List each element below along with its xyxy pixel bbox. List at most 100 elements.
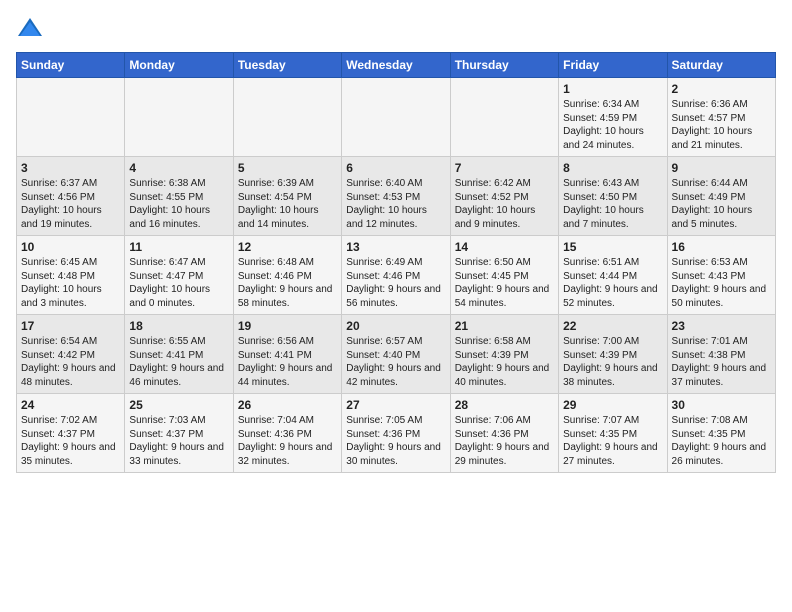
day-info: Sunrise: 6:51 AM Sunset: 4:44 PM Dayligh… — [563, 256, 662, 310]
day-number: 28 — [455, 398, 554, 412]
day-info: Sunrise: 7:08 AM Sunset: 4:35 PM Dayligh… — [672, 414, 771, 468]
week-row-3: 10 Sunrise: 6:45 AM Sunset: 4:48 PM Dayli… — [17, 236, 776, 315]
day-info: Sunrise: 7:04 AM Sunset: 4:36 PM Dayligh… — [238, 414, 337, 468]
day-info: Sunrise: 6:53 AM Sunset: 4:43 PM Dayligh… — [672, 256, 771, 310]
day-cell — [342, 78, 450, 157]
day-number: 17 — [21, 319, 120, 333]
day-number: 5 — [238, 161, 337, 175]
day-cell — [125, 78, 233, 157]
day-number: 10 — [21, 240, 120, 254]
day-number: 4 — [129, 161, 228, 175]
day-cell: 1 Sunrise: 6:34 AM Sunset: 4:59 PM Daylig… — [559, 78, 667, 157]
logo — [16, 16, 48, 44]
day-cell: 25 Sunrise: 7:03 AM Sunset: 4:37 PM Dayli… — [125, 394, 233, 473]
header-saturday: Saturday — [667, 53, 775, 78]
day-number: 15 — [563, 240, 662, 254]
logo-icon — [16, 16, 44, 44]
day-info: Sunrise: 7:01 AM Sunset: 4:38 PM Dayligh… — [672, 335, 771, 389]
day-info: Sunrise: 6:49 AM Sunset: 4:46 PM Dayligh… — [346, 256, 445, 310]
day-info: Sunrise: 6:45 AM Sunset: 4:48 PM Dayligh… — [21, 256, 120, 310]
day-info: Sunrise: 6:38 AM Sunset: 4:55 PM Dayligh… — [129, 177, 228, 231]
day-cell: 27 Sunrise: 7:05 AM Sunset: 4:36 PM Dayli… — [342, 394, 450, 473]
header-thursday: Thursday — [450, 53, 558, 78]
day-number: 27 — [346, 398, 445, 412]
header-sunday: Sunday — [17, 53, 125, 78]
day-cell — [17, 78, 125, 157]
day-info: Sunrise: 6:56 AM Sunset: 4:41 PM Dayligh… — [238, 335, 337, 389]
day-cell — [233, 78, 341, 157]
day-number: 6 — [346, 161, 445, 175]
day-cell: 6 Sunrise: 6:40 AM Sunset: 4:53 PM Daylig… — [342, 157, 450, 236]
header-row: SundayMondayTuesdayWednesdayThursdayFrid… — [17, 53, 776, 78]
day-number: 20 — [346, 319, 445, 333]
day-cell: 19 Sunrise: 6:56 AM Sunset: 4:41 PM Dayli… — [233, 315, 341, 394]
day-number: 8 — [563, 161, 662, 175]
header-wednesday: Wednesday — [342, 53, 450, 78]
day-number: 2 — [672, 82, 771, 96]
day-cell: 5Sunrise: 6:39 AM Sunset: 4:54 PM Daylig… — [233, 157, 341, 236]
day-info: Sunrise: 7:03 AM Sunset: 4:37 PM Dayligh… — [129, 414, 228, 468]
day-cell — [450, 78, 558, 157]
day-cell: 16 Sunrise: 6:53 AM Sunset: 4:43 PM Dayli… — [667, 236, 775, 315]
day-cell: 2 Sunrise: 6:36 AM Sunset: 4:57 PM Daylig… — [667, 78, 775, 157]
week-row-4: 17 Sunrise: 6:54 AM Sunset: 4:42 PM Dayli… — [17, 315, 776, 394]
day-cell: 14 Sunrise: 6:50 AM Sunset: 4:45 PM Dayli… — [450, 236, 558, 315]
day-number: 29 — [563, 398, 662, 412]
day-info: Sunrise: 7:00 AM Sunset: 4:39 PM Dayligh… — [563, 335, 662, 389]
day-number: 7 — [455, 161, 554, 175]
day-cell: 23Sunrise: 7:01 AM Sunset: 4:38 PM Dayli… — [667, 315, 775, 394]
day-cell: 24 Sunrise: 7:02 AM Sunset: 4:37 PM Dayli… — [17, 394, 125, 473]
day-number: 21 — [455, 319, 554, 333]
day-cell: 10 Sunrise: 6:45 AM Sunset: 4:48 PM Dayli… — [17, 236, 125, 315]
day-cell: 8 Sunrise: 6:43 AM Sunset: 4:50 PM Daylig… — [559, 157, 667, 236]
day-number: 3 — [21, 161, 120, 175]
day-info: Sunrise: 6:42 AM Sunset: 4:52 PM Dayligh… — [455, 177, 554, 231]
day-cell: 11 Sunrise: 6:47 AM Sunset: 4:47 PM Dayli… — [125, 236, 233, 315]
day-cell: 17 Sunrise: 6:54 AM Sunset: 4:42 PM Dayli… — [17, 315, 125, 394]
day-number: 11 — [129, 240, 228, 254]
day-number: 1 — [563, 82, 662, 96]
day-cell: 18 Sunrise: 6:55 AM Sunset: 4:41 PM Dayli… — [125, 315, 233, 394]
day-number: 24 — [21, 398, 120, 412]
day-cell: 9Sunrise: 6:44 AM Sunset: 4:49 PM Daylig… — [667, 157, 775, 236]
header-tuesday: Tuesday — [233, 53, 341, 78]
day-number: 12 — [238, 240, 337, 254]
day-info: Sunrise: 6:47 AM Sunset: 4:47 PM Dayligh… — [129, 256, 228, 310]
day-number: 16 — [672, 240, 771, 254]
day-info: Sunrise: 6:58 AM Sunset: 4:39 PM Dayligh… — [455, 335, 554, 389]
day-cell: 22 Sunrise: 7:00 AM Sunset: 4:39 PM Dayli… — [559, 315, 667, 394]
day-info: Sunrise: 6:44 AM Sunset: 4:49 PM Dayligh… — [672, 177, 771, 231]
day-cell: 20Sunrise: 6:57 AM Sunset: 4:40 PM Dayli… — [342, 315, 450, 394]
day-info: Sunrise: 7:05 AM Sunset: 4:36 PM Dayligh… — [346, 414, 445, 468]
day-info: Sunrise: 6:54 AM Sunset: 4:42 PM Dayligh… — [21, 335, 120, 389]
day-cell: 4 Sunrise: 6:38 AM Sunset: 4:55 PM Daylig… — [125, 157, 233, 236]
day-cell: 7 Sunrise: 6:42 AM Sunset: 4:52 PM Daylig… — [450, 157, 558, 236]
day-info: Sunrise: 7:02 AM Sunset: 4:37 PM Dayligh… — [21, 414, 120, 468]
day-number: 18 — [129, 319, 228, 333]
week-row-1: 1 Sunrise: 6:34 AM Sunset: 4:59 PM Daylig… — [17, 78, 776, 157]
day-info: Sunrise: 6:48 AM Sunset: 4:46 PM Dayligh… — [238, 256, 337, 310]
day-info: Sunrise: 6:37 AM Sunset: 4:56 PM Dayligh… — [21, 177, 120, 231]
week-row-5: 24 Sunrise: 7:02 AM Sunset: 4:37 PM Dayli… — [17, 394, 776, 473]
day-number: 25 — [129, 398, 228, 412]
day-info: Sunrise: 6:36 AM Sunset: 4:57 PM Dayligh… — [672, 98, 771, 152]
header-monday: Monday — [125, 53, 233, 78]
day-number: 22 — [563, 319, 662, 333]
day-cell: 15 Sunrise: 6:51 AM Sunset: 4:44 PM Dayli… — [559, 236, 667, 315]
day-cell: 13 Sunrise: 6:49 AM Sunset: 4:46 PM Dayli… — [342, 236, 450, 315]
day-cell: 28 Sunrise: 7:06 AM Sunset: 4:36 PM Dayli… — [450, 394, 558, 473]
day-info: Sunrise: 6:55 AM Sunset: 4:41 PM Dayligh… — [129, 335, 228, 389]
day-info: Sunrise: 6:43 AM Sunset: 4:50 PM Dayligh… — [563, 177, 662, 231]
day-info: Sunrise: 7:06 AM Sunset: 4:36 PM Dayligh… — [455, 414, 554, 468]
day-number: 13 — [346, 240, 445, 254]
day-cell: 3 Sunrise: 6:37 AM Sunset: 4:56 PM Daylig… — [17, 157, 125, 236]
day-number: 26 — [238, 398, 337, 412]
day-info: Sunrise: 6:40 AM Sunset: 4:53 PM Dayligh… — [346, 177, 445, 231]
day-info: Sunrise: 6:34 AM Sunset: 4:59 PM Dayligh… — [563, 98, 662, 152]
day-number: 19 — [238, 319, 337, 333]
week-row-2: 3 Sunrise: 6:37 AM Sunset: 4:56 PM Daylig… — [17, 157, 776, 236]
day-number: 30 — [672, 398, 771, 412]
day-info: Sunrise: 6:50 AM Sunset: 4:45 PM Dayligh… — [455, 256, 554, 310]
calendar-table: SundayMondayTuesdayWednesdayThursdayFrid… — [16, 52, 776, 473]
day-number: 14 — [455, 240, 554, 254]
